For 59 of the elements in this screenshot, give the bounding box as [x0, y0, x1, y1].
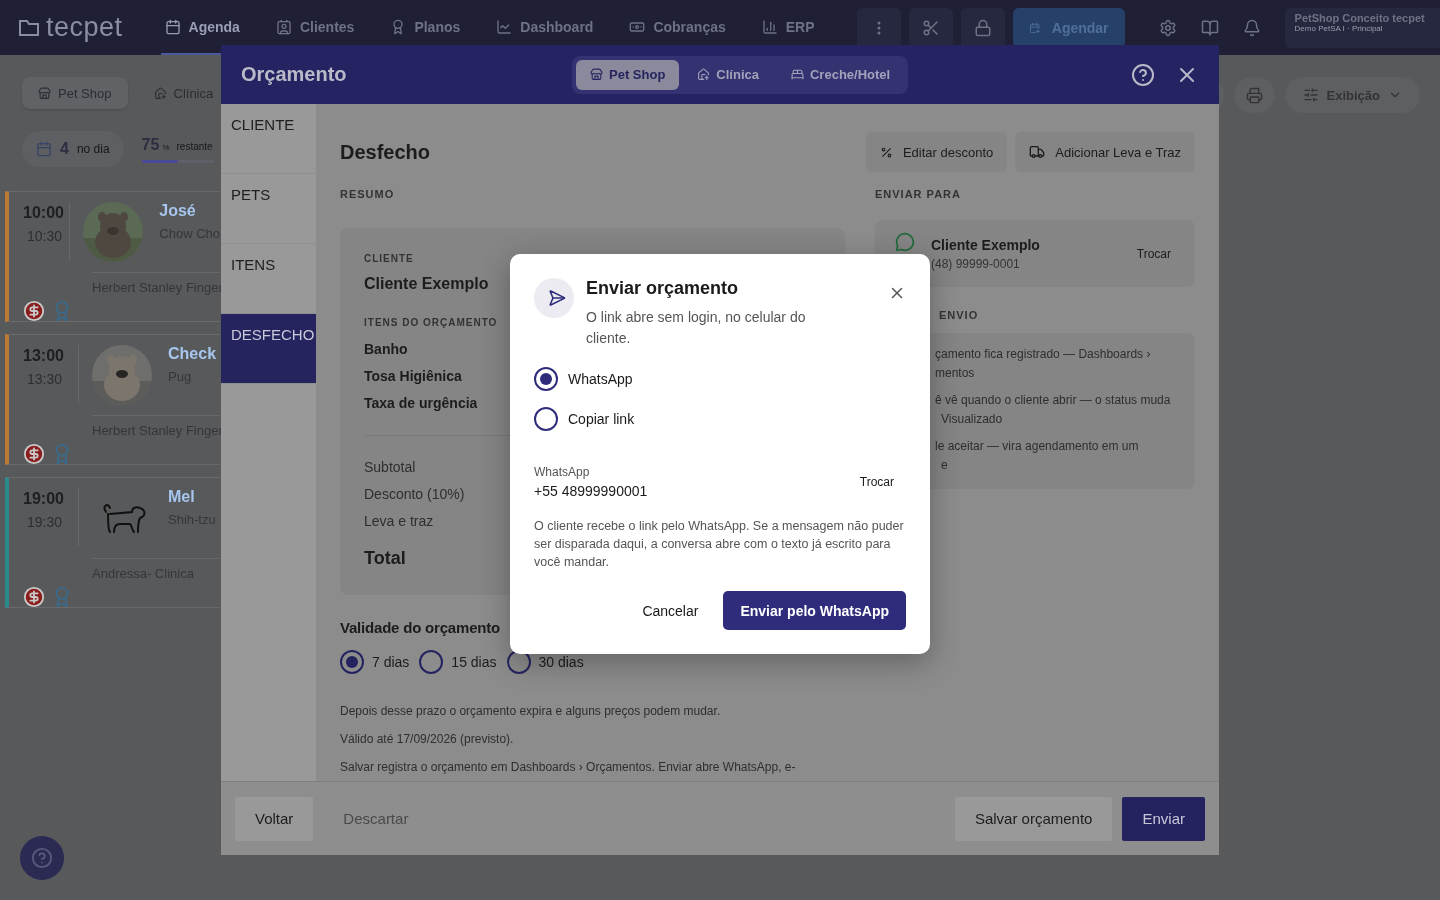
confirm-button[interactable]: Enviar pelo WhatsApp — [723, 591, 906, 630]
discard-button[interactable]: Descartar — [323, 796, 429, 841]
send-option[interactable]: WhatsApp — [534, 367, 906, 391]
back-button[interactable]: Voltar — [235, 796, 314, 841]
send-option[interactable]: Copiar link — [534, 407, 906, 431]
change-button[interactable]: Trocar — [847, 475, 906, 489]
total-line: Leva e traz — [364, 513, 434, 529]
field-label: ITENS DO ORÇAMENTO — [364, 316, 498, 330]
recipient-name: Cliente Exemplo — [931, 236, 1040, 253]
quote-item: Banho — [364, 341, 408, 357]
pet-name[interactable]: Check — [168, 345, 217, 363]
save-button[interactable]: Salvar orçamento — [954, 796, 1113, 841]
dialog-subtitle: O link abre sem login, no celular do cliente. — [586, 308, 807, 348]
remaining-label: restante — [176, 140, 213, 152]
contact-label: WhatsApp — [534, 465, 591, 479]
category-tab[interactable]: Clínica — [683, 59, 773, 90]
dialog-note: O cliente recebe o link pelo WhatsApp. Se a mensagem não puder ser disparada daqui, a conversa abre com o texto já escrito para você mandar. — [534, 518, 905, 571]
logo[interactable]: tecpet — [18, 12, 123, 43]
section-heading: Desfecho — [340, 140, 431, 164]
send-button[interactable]: Enviar — [1122, 796, 1205, 841]
pet-name[interactable]: José — [159, 202, 220, 220]
info-item: çamento fica registrado — Dashboards › mentos — [935, 346, 1152, 382]
validity-title: Validade do orçamento — [340, 619, 500, 636]
quote-item: Taxa de urgência — [364, 395, 478, 411]
validity-note: Depois desse prazo o orçamento expira e alguns preços podem mudar. — [340, 704, 721, 718]
pickup-button[interactable]: Adicionar Leva e Traz — [1015, 132, 1195, 172]
field-label: CLIENTE — [364, 252, 414, 266]
step-tab[interactable]: PETS — [221, 174, 316, 244]
validity-option[interactable]: 15 dias — [419, 650, 497, 674]
cancel-button[interactable]: Cancelar — [625, 591, 716, 630]
section-label: ENVIO — [939, 309, 980, 321]
validity-note: Salvar registra o orçamento em Dashboards › Orçamentos. Enviar abre WhatsApp, e- — [340, 760, 796, 774]
step-tab[interactable]: CLIENTE — [221, 104, 316, 174]
validity-note: Válido até 17/09/2026 (previsto). — [340, 732, 514, 746]
section-label: ENVIAR PARA — [875, 188, 962, 200]
start-time: 19:00 — [23, 490, 65, 508]
recipient-phone: (48) 99999-0001 — [931, 256, 1021, 271]
category-tab[interactable]: Creche/Hotel — [776, 59, 905, 90]
drawer-title: Orçamento — [241, 63, 348, 86]
discount-button[interactable]: Editar desconto — [865, 132, 1008, 172]
total-label: Total — [364, 547, 406, 569]
dialog-title: Enviar orçamento — [586, 278, 740, 299]
info-item: ê vê quando o cliente abrir — o status muda Visualizado — [935, 392, 1172, 428]
step-tab[interactable]: DESFECHO — [221, 314, 316, 384]
pet-name[interactable]: Mel — [168, 488, 216, 506]
total-line: Desconto (10%) — [364, 486, 465, 502]
quote-item: Tosa Higiênica — [364, 368, 462, 384]
client-name: Cliente Exemplo — [364, 274, 489, 294]
contact-number: +55 48999990001 — [534, 483, 648, 499]
change-link[interactable]: Trocar — [1136, 246, 1171, 261]
account-menu[interactable]: PetShop Conceito tecpet Demo PetSA I · Principal — [1284, 7, 1440, 48]
percent-sign: % — [162, 142, 170, 152]
category-tab[interactable]: Pet Shop — [576, 59, 680, 90]
info-item: le aceitar — vira agendamento em um e — [935, 438, 1140, 474]
total-line: Subtotal — [364, 459, 416, 475]
validity-option[interactable]: 7 dias — [340, 650, 410, 674]
start-time: 10:00 — [23, 204, 65, 222]
start-time: 13:00 — [23, 347, 65, 365]
section-label: RESUMO — [340, 188, 395, 200]
